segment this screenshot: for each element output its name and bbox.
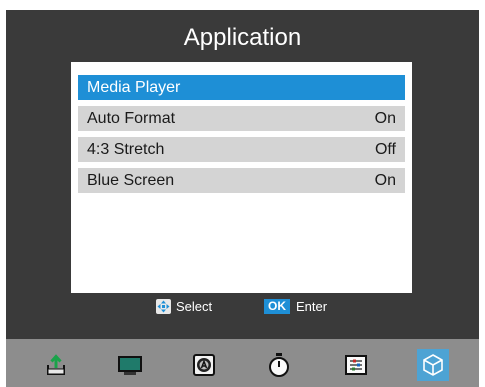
enter-hint-label: Enter (296, 299, 328, 314)
menu-item-label: Blue Screen (87, 171, 175, 189)
select-hint: Select (156, 299, 212, 314)
menu-panel: Media Player Auto Format On 4:3 Stretch … (71, 62, 412, 293)
export-icon[interactable] (40, 349, 72, 381)
menu-item-value: On (374, 109, 396, 127)
menu-item-blue-screen[interactable]: Blue Screen On (78, 168, 405, 193)
menu-item-media-player[interactable]: Media Player (78, 75, 405, 100)
menu-item-label: Media Player (87, 78, 181, 96)
cube-icon[interactable] (417, 349, 449, 381)
menu-item-label: Auto Format (87, 109, 176, 127)
menu-item-value: On (374, 171, 396, 189)
menu-title: Application (183, 24, 302, 51)
tv-menu-screen: Application Media Player Auto Format On … (6, 10, 479, 387)
menu-item-4-3-stretch[interactable]: 4:3 Stretch Off (78, 137, 405, 162)
timer-icon[interactable] (263, 349, 295, 381)
menu-item-label: 4:3 Stretch (87, 140, 165, 158)
monitor-icon[interactable] (114, 349, 146, 381)
menu-item-value: Off (374, 140, 396, 158)
ok-key-icon: OK (264, 299, 290, 314)
audio-speaker-icon[interactable] (188, 349, 220, 381)
enter-hint: OK Enter (264, 299, 327, 314)
menu-item-auto-format[interactable]: Auto Format On (78, 106, 405, 131)
dpad-icon (156, 299, 171, 314)
key-hints: Select OK Enter (6, 299, 479, 317)
list-settings-icon[interactable] (340, 349, 372, 381)
select-hint-label: Select (176, 299, 213, 314)
bottom-navigation-bar (6, 339, 479, 387)
